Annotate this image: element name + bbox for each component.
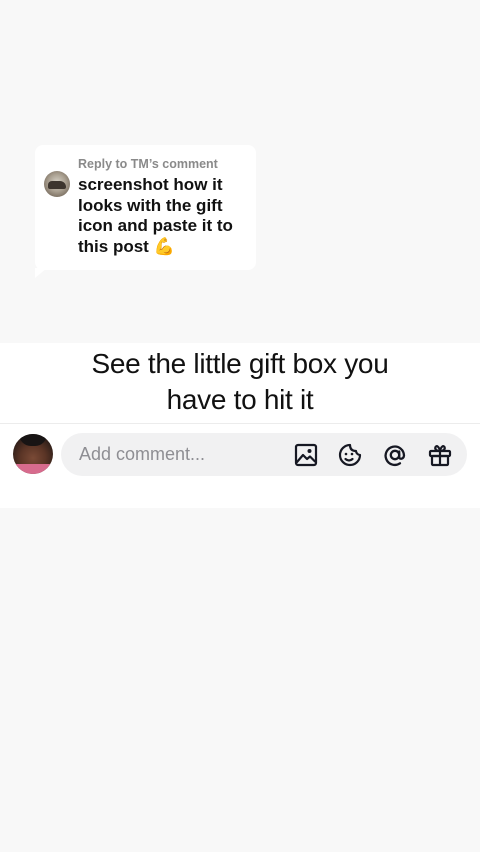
caption-line-1: See the little gift box you <box>91 348 389 379</box>
caption-section: See the little gift box you have to hit … <box>0 343 480 508</box>
gift-icon[interactable] <box>426 441 454 469</box>
mention-icon[interactable] <box>381 441 409 469</box>
comment-bar[interactable]: Add comment... <box>61 433 467 476</box>
divider <box>0 423 480 424</box>
reply-header: Reply to TM’s comment <box>78 157 218 171</box>
commenter-avatar <box>44 171 70 197</box>
image-icon[interactable] <box>292 441 320 469</box>
video-caption: See the little gift box you have to hit … <box>0 346 480 418</box>
current-user-avatar[interactable] <box>13 434 53 474</box>
reply-comment-text: screenshot how it looks with the gift ic… <box>78 175 233 256</box>
sticker-icon[interactable] <box>336 441 364 469</box>
add-comment-input[interactable]: Add comment... <box>79 433 269 476</box>
caption-line-2: have to hit it <box>166 384 314 415</box>
reply-to-comment-card[interactable]: Reply to TM’s comment screenshot how it … <box>35 145 256 278</box>
